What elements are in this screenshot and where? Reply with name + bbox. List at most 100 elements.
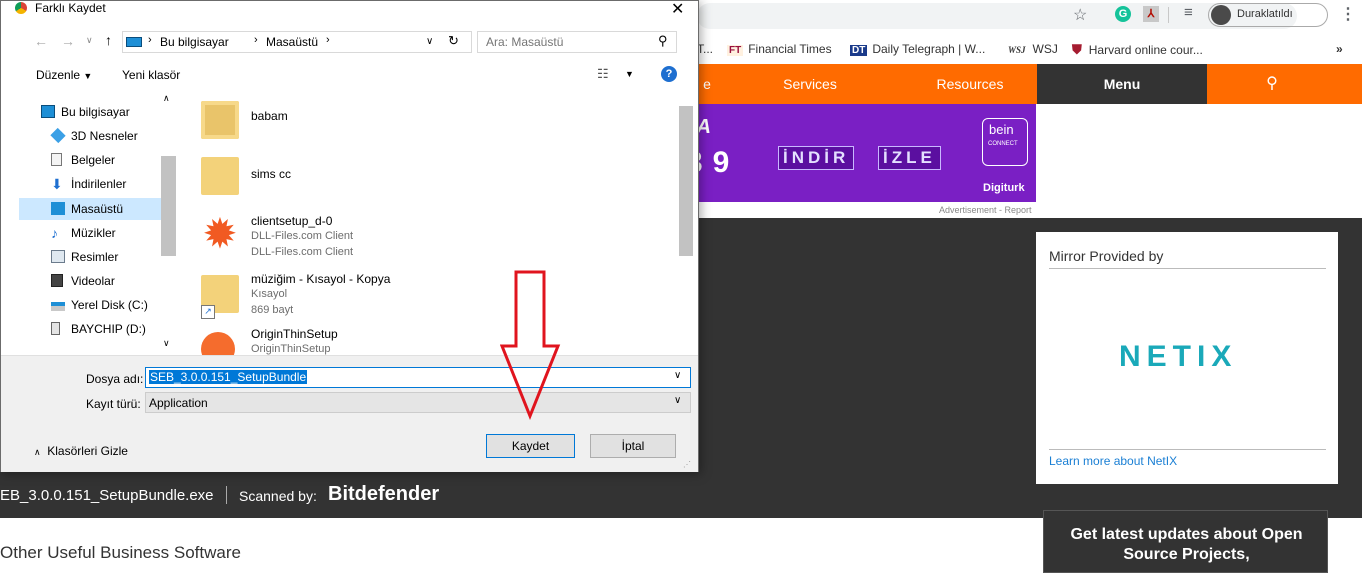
tree-item-label: Masaüstü: [71, 202, 124, 216]
navigation-pane[interactable]: Bu bilgisayar 3D Nesneler Belgeler ⬇ İnd…: [10, 93, 175, 355]
help-icon[interactable]: ?: [661, 66, 677, 82]
address-dropdown-icon[interactable]: ∨: [426, 36, 433, 47]
close-icon[interactable]: ✕: [671, 0, 684, 19]
filename-value[interactable]: SEB_3.0.0.151_SetupBundle: [149, 370, 308, 384]
save-button[interactable]: Kaydet: [486, 434, 575, 458]
tree-item-label: Belgeler: [71, 153, 116, 167]
advertisement-banner[interactable]: DA 39 İNDİR İZLE bein CONNECT Digiturk: [680, 104, 1036, 202]
bookmark-item[interactable]: T...: [697, 42, 713, 56]
paused-label: Duraklatıldı: [1237, 8, 1293, 20]
bottom-panel: Dosya adı: SEB_3.0.0.151_SetupBundle ∨ K…: [1, 355, 698, 472]
bein-connect-logo: bein CONNECT: [982, 118, 1028, 166]
tree-item-label: Resimler: [71, 250, 119, 264]
organize-menu-button[interactable]: Düzenle ▼: [36, 68, 92, 82]
digiturk-logo: Digiturk: [983, 182, 1025, 194]
ad-indir: İNDİR: [778, 146, 855, 170]
updates-card[interactable]: Get latest updates about Open Source Pro…: [1043, 510, 1328, 573]
filename-label: Dosya adı:: [86, 372, 144, 386]
origin-icon: [201, 332, 235, 355]
file-item-sims-cc[interactable]: sims cc: [201, 157, 621, 202]
file-description: DLL-Files.com Client: [251, 230, 354, 242]
chevron-down-icon[interactable]: ∨: [674, 370, 681, 381]
scroll-up-icon[interactable]: ∧: [163, 93, 170, 104]
bookmark-item[interactable]: ⛊ Harvard online cour...: [1070, 42, 1203, 58]
address-breadcrumb[interactable]: › Bu bilgisayar › Masaüstü › ∨ ↻: [122, 31, 472, 53]
recent-chevron-icon[interactable]: ∨: [86, 35, 93, 46]
file-list-scrollbar[interactable]: [679, 106, 693, 256]
chevron-down-icon[interactable]: ∨: [674, 395, 681, 406]
search-box[interactable]: ⚲: [477, 31, 677, 53]
scroll-up-icon[interactable]: ∧: [678, 93, 679, 104]
filename-field[interactable]: SEB_3.0.0.151_SetupBundle ∨: [145, 367, 691, 388]
learn-more-link[interactable]: Learn more about NetIX: [1049, 454, 1177, 468]
tree-item-local-disk[interactable]: Yerel Disk (C:): [51, 294, 148, 316]
updates-text: Get latest updates about Open Source Pro…: [1070, 526, 1303, 563]
nav-item-partial[interactable]: e: [697, 64, 717, 104]
resize-grip-icon[interactable]: ⋰: [683, 460, 691, 469]
tree-item-usb-drive[interactable]: BAYCHIP (D:): [51, 318, 146, 340]
address-bar[interactable]: [697, 3, 1297, 29]
nav-resources[interactable]: Resources: [920, 64, 1020, 104]
tree-item-documents[interactable]: Belgeler: [51, 149, 116, 171]
file-info-bar: EB_3.0.0.151_SetupBundle.exe Scanned by:…: [0, 470, 1015, 518]
dropdown-arrow-icon: ▼: [83, 71, 93, 81]
advertisement-report-link[interactable]: Advertisement - Report: [939, 205, 1032, 215]
grammarly-extension-icon[interactable]: G: [1115, 6, 1131, 22]
file-item-clientsetup[interactable]: ✹ clientsetup_d-0 DLL-Files.com Client D…: [201, 213, 621, 261]
search-input[interactable]: [484, 34, 648, 50]
bookmark-label: WSJ: [1032, 42, 1058, 56]
pdf-extension-icon[interactable]: ⅄: [1143, 6, 1159, 22]
up-arrow-icon[interactable]: ↑: [105, 32, 112, 48]
dialog-title: Farklı Kaydet: [35, 1, 106, 15]
file-name: clientsetup_d-0: [251, 214, 333, 228]
new-folder-button[interactable]: Yeni klasör: [122, 68, 180, 82]
file-item-babam[interactable]: babam: [201, 101, 621, 146]
dt-logo-icon: DT: [850, 45, 868, 56]
bookmark-item[interactable]: WSJ WSJ: [1006, 42, 1058, 56]
nav-menu[interactable]: Menu: [1037, 64, 1207, 104]
video-icon: [51, 274, 63, 287]
tree-item-label: Videolar: [71, 274, 115, 288]
file-name: müziğim - Kısayol - Kopya: [251, 272, 391, 286]
other-software-heading: Other Useful Business Software: [0, 543, 241, 562]
bookmark-label: Harvard online cour...: [1088, 43, 1203, 57]
view-options-icon[interactable]: ☷: [597, 66, 609, 82]
search-icon: ⚲: [658, 33, 668, 48]
more-bookmarks-icon[interactable]: »: [1336, 42, 1343, 56]
profile-paused-button[interactable]: Duraklatıldı: [1208, 3, 1328, 27]
tree-item-videos[interactable]: Videolar: [51, 270, 115, 292]
tree-item-3d-objects[interactable]: 3D Nesneler: [50, 125, 138, 147]
back-arrow-icon[interactable]: ←: [34, 33, 48, 49]
nav-pane-scrollbar[interactable]: [161, 156, 176, 256]
red-arrow-annotation: [500, 270, 561, 420]
hide-folders-button[interactable]: ∧ Klasörleri Gizle: [34, 444, 128, 458]
folder-icon: [201, 157, 239, 195]
refresh-icon[interactable]: ↻: [448, 33, 459, 49]
view-dropdown-icon[interactable]: ▼: [625, 69, 634, 79]
shortcut-arrow-icon: ↗: [201, 305, 215, 319]
breadcrumb-item[interactable]: Masaüstü: [266, 35, 318, 49]
tree-item-pictures[interactable]: Resimler: [51, 246, 119, 268]
tree-item-music[interactable]: ♪ Müzikler: [51, 222, 116, 244]
divider: [226, 486, 227, 504]
search-icon[interactable]: ⚲: [1207, 64, 1337, 104]
browser-menu-icon[interactable]: ⋮: [1340, 4, 1356, 24]
bookmark-item[interactable]: DT Daily Telegraph | W...: [850, 42, 985, 56]
cancel-button[interactable]: İptal: [590, 434, 676, 458]
tree-item-desktop[interactable]: Masaüstü: [51, 198, 124, 220]
tree-item-this-pc[interactable]: Bu bilgisayar: [41, 101, 130, 123]
music-icon: ♪: [51, 225, 58, 241]
forward-arrow-icon[interactable]: →: [61, 33, 75, 49]
nav-services[interactable]: Services: [760, 64, 860, 104]
breadcrumb-separator-icon: ›: [148, 34, 152, 46]
file-list[interactable]: babam sims cc ✹ clientsetup_d-0 DLL-File…: [179, 93, 679, 355]
bookmark-item[interactable]: FT Financial Times: [727, 42, 832, 56]
media-control-icon[interactable]: ≡: [1184, 4, 1193, 21]
type-select[interactable]: Application ∨: [145, 392, 691, 413]
scroll-down-icon[interactable]: ∨: [163, 338, 170, 349]
breadcrumb-item[interactable]: Bu bilgisayar: [160, 35, 229, 49]
gear-icon: ✹: [202, 210, 238, 257]
scroll-down-icon[interactable]: ∨: [678, 338, 679, 349]
bookmark-star-icon[interactable]: ☆: [1073, 5, 1087, 25]
tree-item-downloads[interactable]: ⬇ İndirilenler: [51, 173, 126, 195]
